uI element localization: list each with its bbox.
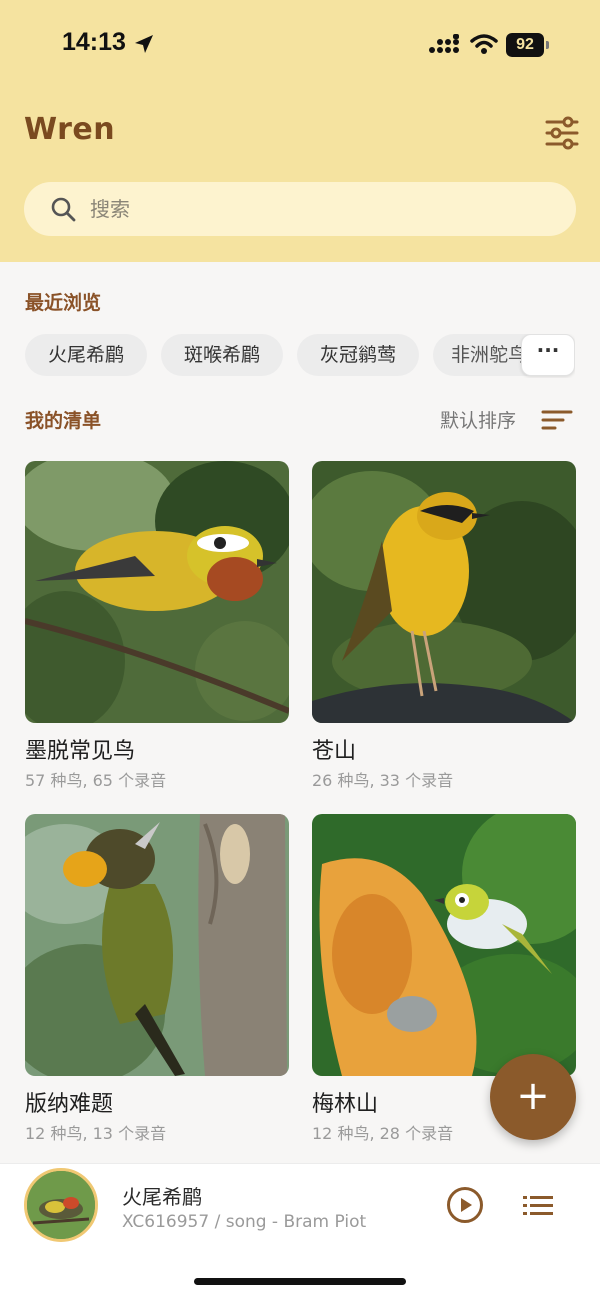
app-title: Wren xyxy=(24,112,116,147)
list-meta: 12 种鸟, 28 个录音 xyxy=(312,1124,454,1143)
search-bar[interactable] xyxy=(24,182,576,236)
sort-icon[interactable] xyxy=(541,408,573,432)
battery-cap xyxy=(546,41,549,49)
status-bar: 14:13 92 xyxy=(0,0,600,90)
player-title: 火尾希鹛 xyxy=(122,1185,202,1209)
list-name: 苍山 xyxy=(312,739,357,764)
status-time: 14:13 xyxy=(62,28,126,56)
recent-section-title: 最近浏览 xyxy=(25,292,102,314)
home-indicator xyxy=(194,1278,406,1285)
search-icon xyxy=(51,197,76,222)
bird-photo xyxy=(312,461,576,723)
playlist-queue-icon[interactable] xyxy=(523,1194,553,1218)
battery-level: 92 xyxy=(506,33,544,57)
mini-player[interactable]: 火尾希鹛 XC616957 / song - Bram Piot xyxy=(0,1163,600,1298)
filter-settings-icon[interactable] xyxy=(544,116,580,150)
more-button[interactable]: ··· xyxy=(521,334,575,376)
bird-photo xyxy=(312,814,576,1076)
list-meta: 26 种鸟, 33 个录音 xyxy=(312,771,454,790)
list-meta: 12 种鸟, 13 个录音 xyxy=(25,1124,167,1143)
cellular-signal-icon xyxy=(429,34,459,53)
list-name: 版纳难题 xyxy=(25,1092,114,1117)
player-thumbnail xyxy=(24,1168,98,1242)
header-area: 14:13 92 Wren xyxy=(0,0,600,262)
recent-chip[interactable]: 火尾希鹛 xyxy=(25,334,147,376)
list-name: 墨脱常见鸟 xyxy=(25,739,136,764)
sort-label[interactable]: 默认排序 xyxy=(440,406,516,433)
location-arrow-icon xyxy=(135,35,153,53)
battery-indicator: 92 xyxy=(506,33,550,57)
search-input[interactable] xyxy=(90,182,550,236)
recent-chips: 火尾希鹛 斑喉希鹛 灰冠鹟莺 非洲鸵鸟 ··· xyxy=(25,334,575,378)
add-list-button[interactable]: + xyxy=(490,1054,576,1140)
play-icon[interactable] xyxy=(446,1186,484,1224)
bird-photo xyxy=(25,461,289,723)
player-subtitle: XC616957 / song - Bram Piot xyxy=(122,1212,367,1232)
recent-chip[interactable]: 灰冠鹟莺 xyxy=(297,334,419,376)
list-meta: 57 种鸟, 65 个录音 xyxy=(25,771,167,790)
my-lists-title: 我的清单 xyxy=(25,410,102,432)
list-name: 梅林山 xyxy=(312,1092,379,1117)
recent-chip[interactable]: 斑喉希鹛 xyxy=(161,334,283,376)
bird-photo xyxy=(25,814,289,1076)
wifi-icon xyxy=(470,34,498,54)
